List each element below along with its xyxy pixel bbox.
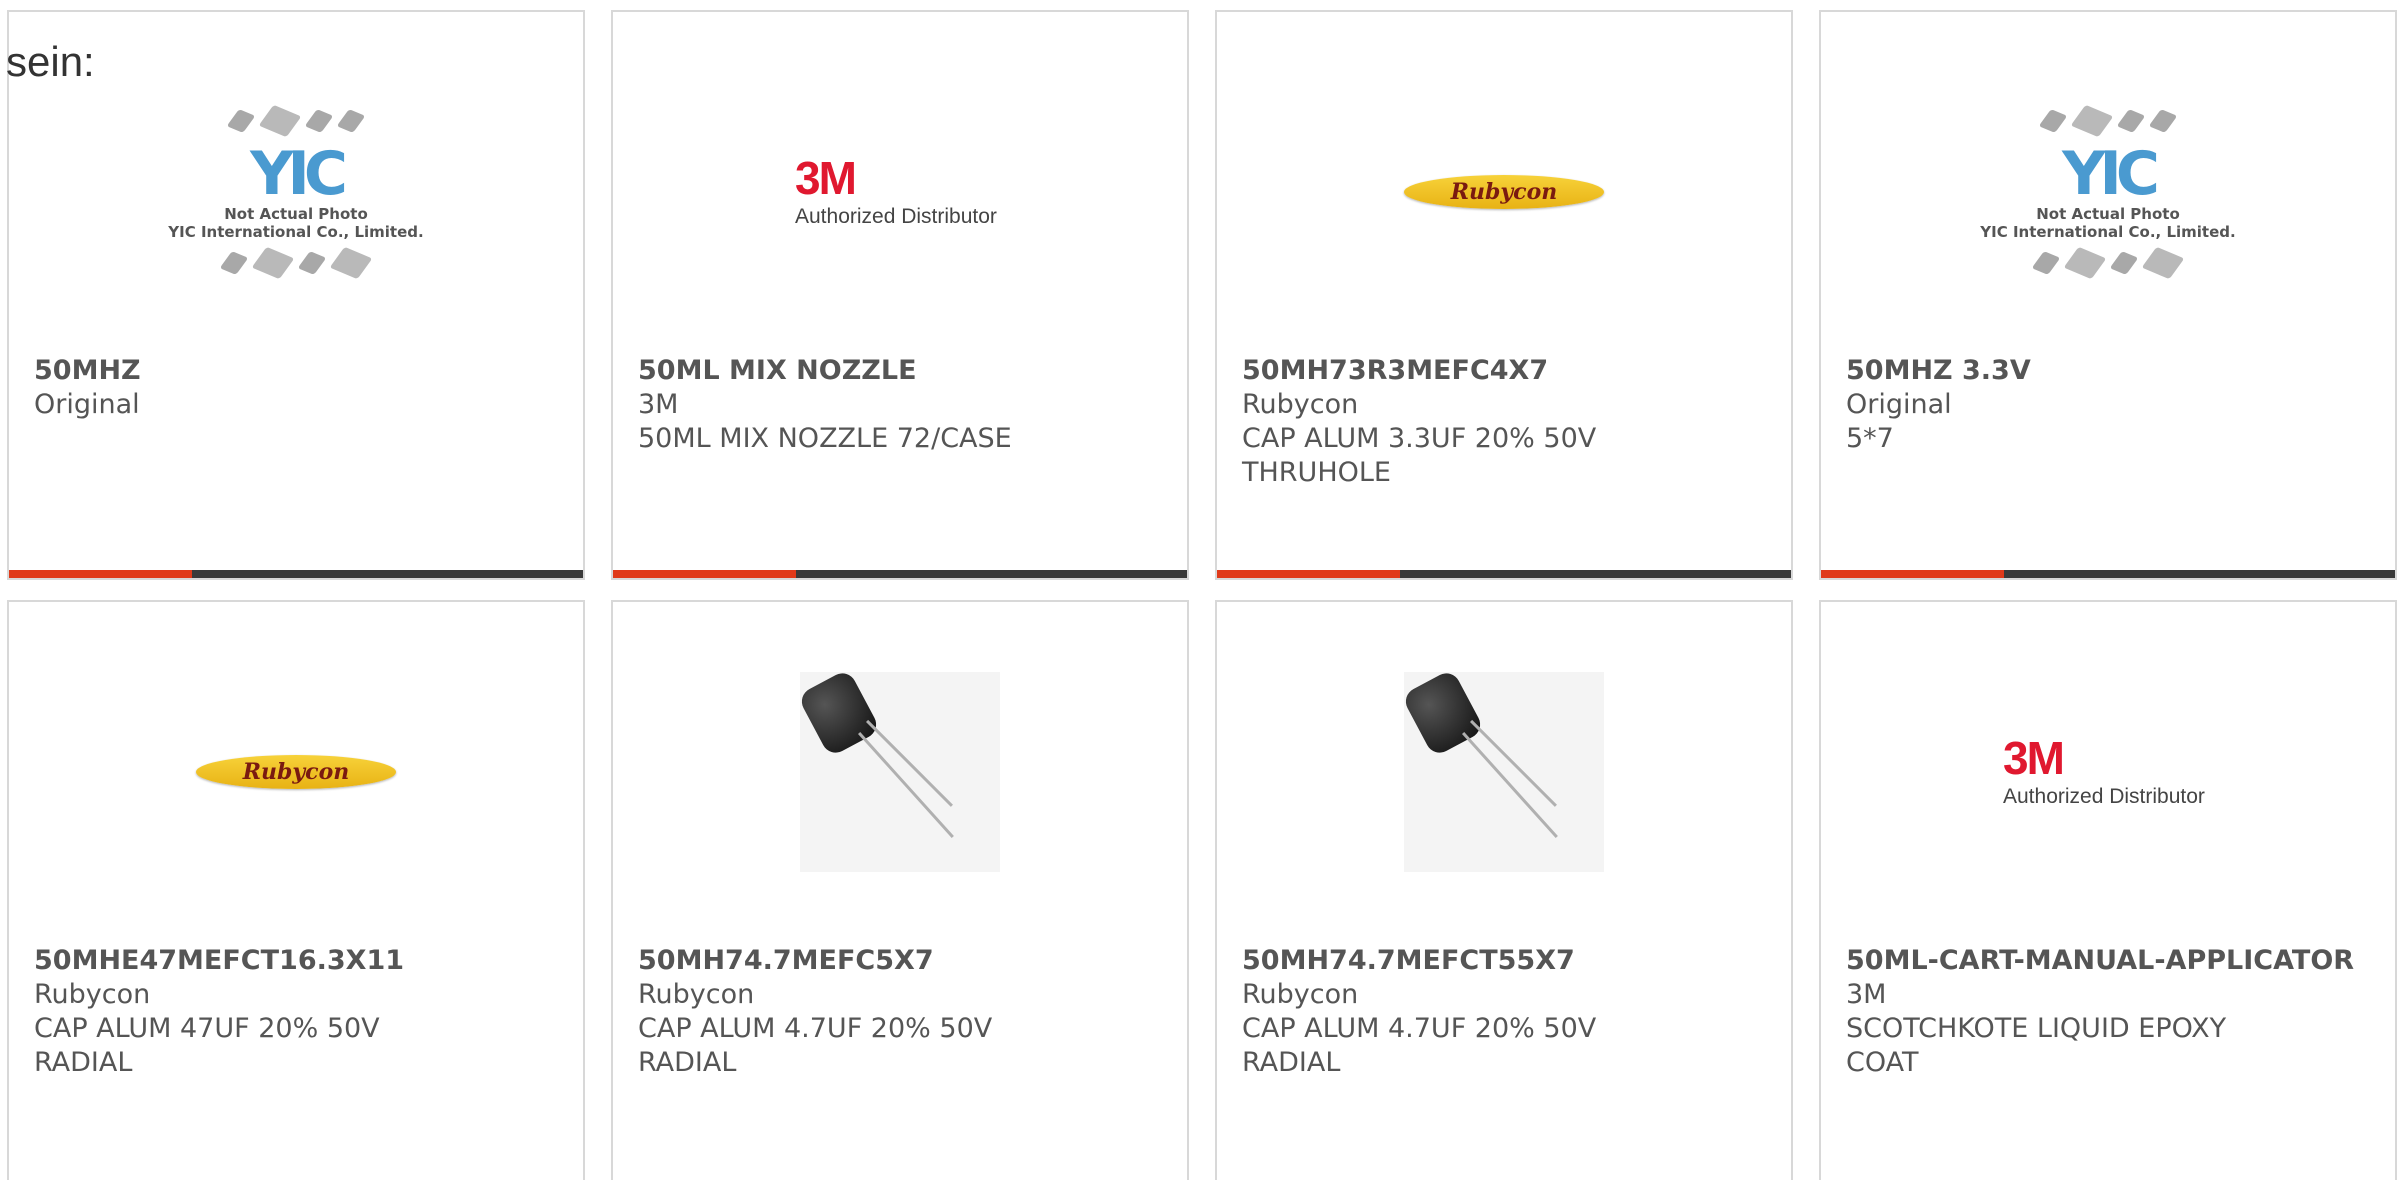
description: CAP ALUM 47UF 20% 50V bbox=[34, 1013, 380, 1044]
part-number-link[interactable]: 50MH73R3MEFC4X7 bbox=[1242, 354, 1771, 388]
manufacturer: Rubycon bbox=[1242, 389, 1359, 420]
part-number-link[interactable]: 50ML-CART-MANUAL-APPLICATOR bbox=[1846, 944, 2375, 978]
description: CAP ALUM 3.3UF 20% 50V bbox=[1242, 423, 1597, 454]
card-footer-bar bbox=[1217, 570, 1791, 578]
description: 5*7 bbox=[1846, 423, 1894, 454]
description: RADIAL bbox=[1242, 1047, 1341, 1078]
3m-logo: 3M Authorized Distributor bbox=[795, 152, 997, 228]
product-image[interactable]: YIC Not Actual Photo YIC International C… bbox=[9, 92, 583, 292]
manufacturer: Rubycon bbox=[34, 979, 151, 1010]
manufacturer: 3M bbox=[1846, 979, 1887, 1010]
product-image[interactable]: YIC Not Actual Photo YIC International C… bbox=[1821, 92, 2395, 292]
description: CAP ALUM 4.7UF 20% 50V bbox=[1242, 1013, 1597, 1044]
image-caption: YIC International Co., Limited. bbox=[1980, 223, 2236, 241]
product-image[interactable] bbox=[613, 662, 1187, 882]
yic-placeholder-image: YIC Not Actual Photo YIC International C… bbox=[1973, 99, 2243, 285]
description: RADIAL bbox=[34, 1047, 133, 1078]
description: COAT bbox=[1846, 1047, 1919, 1078]
product-card[interactable]: YIC Not Actual Photo YIC International C… bbox=[1819, 10, 2397, 580]
rubycon-logo: Rubycon bbox=[196, 755, 396, 789]
capacitor-photo bbox=[796, 668, 1000, 872]
part-number-link[interactable]: 50MH74.7MEFCT55X7 bbox=[1242, 944, 1771, 978]
description: 50ML MIX NOZZLE 72/CASE bbox=[638, 423, 1012, 454]
product-image[interactable]: Rubycon bbox=[9, 662, 583, 882]
product-image[interactable]: 3M Authorized Distributor bbox=[613, 92, 1187, 292]
product-image[interactable]: Rubycon bbox=[1217, 92, 1791, 292]
product-card[interactable]: 3M Authorized Distributor 50ML-CART-MANU… bbox=[1819, 600, 2397, 1180]
description: THRUHOLE bbox=[1242, 457, 1391, 488]
image-caption: Not Actual Photo bbox=[2036, 205, 2180, 223]
image-caption: YIC International Co., Limited. bbox=[168, 223, 424, 241]
card-footer-bar bbox=[613, 570, 1187, 578]
part-number-link[interactable]: 50MHZ 3.3V bbox=[1846, 354, 2375, 388]
yic-placeholder-image: YIC Not Actual Photo YIC International C… bbox=[161, 99, 431, 285]
manufacturer: Original bbox=[1846, 389, 1952, 420]
product-card[interactable]: 50MH74.7MEFC5X7 Rubycon CAP ALUM 4.7UF 2… bbox=[611, 600, 1189, 1180]
product-grid: YIC Not Actual Photo YIC International C… bbox=[0, 0, 2400, 1180]
card-footer-bar bbox=[9, 570, 583, 578]
product-card[interactable]: 50MH74.7MEFCT55X7 Rubycon CAP ALUM 4.7UF… bbox=[1215, 600, 1793, 1180]
product-card[interactable]: YIC Not Actual Photo YIC International C… bbox=[7, 10, 585, 580]
part-number-link[interactable]: 50MHZ bbox=[34, 354, 563, 388]
capacitor-photo bbox=[1400, 668, 1604, 872]
product-image[interactable] bbox=[1217, 662, 1791, 882]
product-card[interactable]: 3M Authorized Distributor 50ML MIX NOZZL… bbox=[611, 10, 1189, 580]
product-image[interactable]: 3M Authorized Distributor bbox=[1821, 662, 2395, 882]
description: RADIAL bbox=[638, 1047, 737, 1078]
page-label: sein: bbox=[6, 38, 95, 85]
card-footer-bar bbox=[1821, 570, 2395, 578]
manufacturer: Rubycon bbox=[1242, 979, 1359, 1010]
product-card[interactable]: Rubycon 50MHE47MEFCT16.3X11 Rubycon CAP … bbox=[7, 600, 585, 1180]
manufacturer: Rubycon bbox=[638, 979, 755, 1010]
part-number-link[interactable]: 50MH74.7MEFC5X7 bbox=[638, 944, 1167, 978]
3m-logo: 3M Authorized Distributor bbox=[2003, 732, 2205, 808]
part-number-link[interactable]: 50ML MIX NOZZLE bbox=[638, 354, 1167, 388]
part-number-link[interactable]: 50MHE47MEFCT16.3X11 bbox=[34, 944, 563, 978]
product-card[interactable]: Rubycon 50MH73R3MEFC4X7 Rubycon CAP ALUM… bbox=[1215, 10, 1793, 580]
description: SCOTCHKOTE LIQUID EPOXY bbox=[1846, 1013, 2227, 1044]
manufacturer: 3M bbox=[638, 389, 679, 420]
image-caption: Not Actual Photo bbox=[224, 205, 368, 223]
rubycon-logo: Rubycon bbox=[1404, 175, 1604, 209]
description: CAP ALUM 4.7UF 20% 50V bbox=[638, 1013, 993, 1044]
manufacturer: Original bbox=[34, 389, 140, 420]
